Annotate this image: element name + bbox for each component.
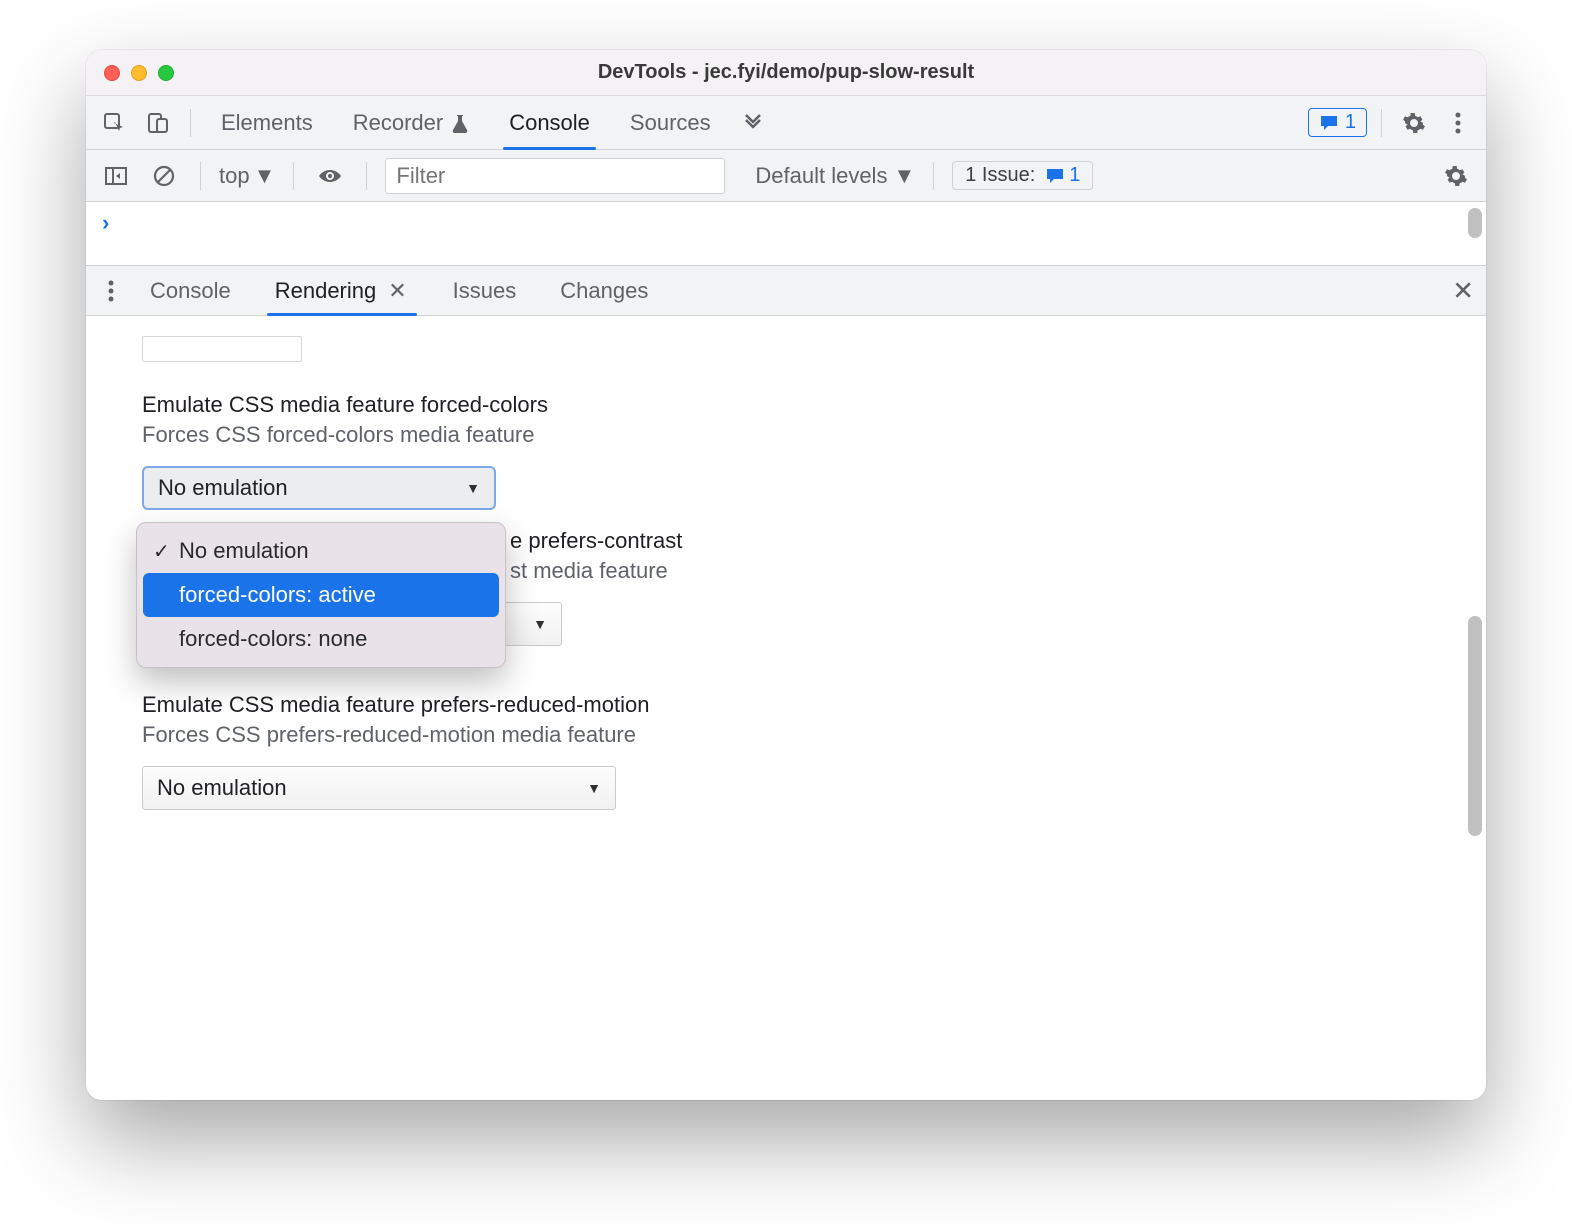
option-label: No emulation [179, 538, 309, 564]
divider [190, 109, 191, 137]
context-selector[interactable]: top ▼ [219, 163, 275, 189]
drawer-tab-changes[interactable]: Changes [540, 266, 668, 315]
issues-count: 1 [1345, 111, 1356, 134]
beaker-icon [451, 113, 469, 133]
divider [933, 162, 934, 190]
console-settings-icon[interactable] [1438, 158, 1474, 194]
kebab-menu-icon[interactable] [1440, 105, 1476, 141]
chevron-down-icon: ▼ [254, 163, 276, 189]
drawer-tab-issues[interactable]: Issues [433, 266, 537, 315]
setting-desc: Forces CSS forced-colors media feature [142, 422, 1458, 448]
issue-label: 1 Issue: [965, 164, 1035, 187]
tab-label: Console [509, 110, 590, 136]
titlebar: DevTools - jec.fyi/demo/pup-slow-result [86, 50, 1486, 96]
dropdown-option-forced-colors-active[interactable]: forced-colors: active [143, 573, 499, 617]
tab-label: Recorder [353, 110, 443, 136]
settings-icon[interactable] [1396, 105, 1432, 141]
divider [293, 162, 294, 190]
setting-prefers-reduced-motion: Emulate CSS media feature prefers-reduce… [142, 692, 1458, 810]
main-tabstrip: Elements Recorder Console Sources 1 [86, 96, 1486, 150]
chat-icon [1319, 114, 1339, 132]
divider [200, 162, 201, 190]
select-value: No emulation [157, 775, 287, 801]
chevron-down-icon: ▼ [533, 616, 547, 632]
more-tabs-icon[interactable] [735, 105, 771, 141]
tab-label: Sources [630, 110, 711, 136]
live-expression-icon[interactable] [312, 158, 348, 194]
setting-desc: Forces CSS prefers-reduced-motion media … [142, 722, 1458, 748]
setting-forced-colors: Emulate CSS media feature forced-colors … [142, 392, 1458, 510]
setting-title: Emulate CSS media feature prefers-reduce… [142, 692, 1458, 718]
forced-colors-select[interactable]: No emulation ▼ [142, 466, 496, 510]
scrollbar[interactable] [1468, 208, 1482, 238]
option-label: forced-colors: active [179, 582, 376, 608]
tab-console[interactable]: Console [493, 96, 606, 149]
context-value: top [219, 163, 250, 189]
rendering-panel: Emulate CSS media feature forced-colors … [86, 316, 1486, 1100]
drawer-tabstrip: Console Rendering ✕ Issues Changes ✕ [86, 266, 1486, 316]
divider [366, 162, 367, 190]
tab-elements[interactable]: Elements [205, 96, 329, 149]
inspect-element-icon[interactable] [96, 105, 132, 141]
prompt-caret-icon: › [102, 210, 109, 236]
device-toolbar-icon[interactable] [140, 105, 176, 141]
drawer-tab-rendering[interactable]: Rendering ✕ [255, 266, 429, 315]
log-levels-selector[interactable]: Default levels ▼ [755, 163, 915, 189]
tab-recorder[interactable]: Recorder [337, 96, 485, 149]
scrollbar[interactable] [1468, 616, 1482, 836]
check-icon: ✓ [153, 539, 170, 564]
drawer-tab-console[interactable]: Console [130, 266, 251, 315]
chat-icon [1045, 167, 1065, 185]
dropdown-option-forced-colors-none[interactable]: forced-colors: none [143, 617, 499, 661]
issues-badge[interactable]: 1 [1308, 108, 1367, 137]
tab-label: Elements [221, 110, 313, 136]
close-drawer-icon[interactable]: ✕ [1452, 275, 1474, 306]
chevron-down-icon: ▼ [466, 480, 480, 496]
issue-count: 1 [1069, 164, 1080, 187]
console-body[interactable]: › [86, 202, 1486, 266]
levels-label: Default levels [755, 163, 887, 189]
console-sidebar-toggle-icon[interactable] [98, 158, 134, 194]
setting-title: Emulate CSS media feature forced-colors [142, 392, 1458, 418]
console-toolbar: top ▼ Default levels ▼ 1 Issue: 1 [86, 150, 1486, 202]
forced-colors-dropdown: ✓ No emulation forced-colors: active for… [136, 522, 506, 668]
clear-console-icon[interactable] [146, 158, 182, 194]
chevron-down-icon: ▼ [587, 780, 601, 796]
divider [1381, 109, 1382, 137]
prefers-reduced-motion-select[interactable]: No emulation ▼ [142, 766, 616, 810]
filter-input[interactable] [385, 158, 725, 194]
tab-label: Issues [453, 278, 517, 304]
issue-pill[interactable]: 1 Issue: 1 [952, 161, 1093, 190]
select-value: No emulation [158, 475, 288, 501]
chevron-down-icon: ▼ [893, 163, 915, 189]
option-label: forced-colors: none [179, 626, 367, 652]
close-tab-icon[interactable]: ✕ [386, 278, 408, 304]
window-title: DevTools - jec.fyi/demo/pup-slow-result [86, 61, 1486, 84]
dropdown-option-no-emulation[interactable]: ✓ No emulation [143, 529, 499, 573]
tab-sources[interactable]: Sources [614, 96, 727, 149]
tab-label: Console [150, 278, 231, 304]
partial-select-above[interactable] [142, 336, 302, 362]
devtools-window: DevTools - jec.fyi/demo/pup-slow-result … [86, 50, 1486, 1100]
tab-label: Changes [560, 278, 648, 304]
drawer-kebab-icon[interactable] [96, 273, 126, 309]
tab-label: Rendering [275, 278, 377, 304]
